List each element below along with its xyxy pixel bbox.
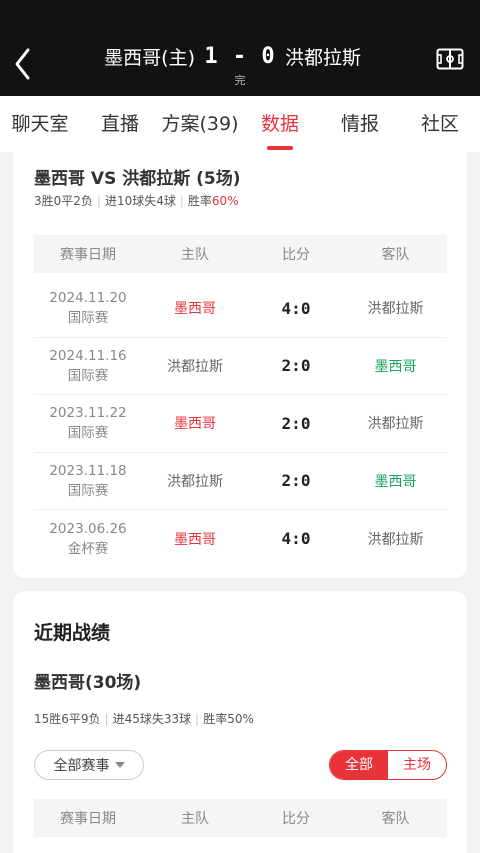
- match-date-cell: 2023.06.26 金杯赛: [49, 520, 127, 557]
- table-row[interactable]: 2024.11.20 国际赛 墨西哥 4:0 洪都拉斯: [34, 280, 447, 338]
- col-home: 主队: [181, 247, 209, 263]
- h2h-win-rate-label: 胜率: [187, 194, 212, 208]
- home-team-cell: 洪都拉斯: [167, 473, 223, 490]
- col-home: 主队: [181, 811, 209, 827]
- recent-form-card: 近期战绩 墨西哥(30场) 15胜6平9负 | 进45球失33球 | 胜率50% 全部赛…: [13, 591, 467, 853]
- score-cell: 2:0: [281, 471, 311, 491]
- table-row[interactable]: 2023.11.22 国际赛 墨西哥 2:0 洪都拉斯: [34, 395, 447, 453]
- competition-filter-label: 全部赛事: [53, 758, 110, 774]
- match-status: 完: [234, 74, 246, 87]
- recent-win-rate: 胜率50%: [203, 712, 254, 726]
- score-cell: 4:0: [281, 298, 311, 318]
- h2h-win-rate: 60%: [211, 194, 239, 208]
- h2h-table-header: 赛事日期 主队 比分 客队: [34, 235, 447, 273]
- score-cell: 2:0: [281, 356, 311, 376]
- recent-table-header: 赛事日期 主队 比分 客队: [34, 799, 447, 837]
- venue-filter-toggle: 全部 主场: [329, 750, 447, 780]
- filter-all-button[interactable]: 全部: [330, 751, 388, 779]
- col-away: 客队: [381, 811, 410, 827]
- home-team-cell: 墨西哥: [174, 416, 216, 433]
- score-cell: 2:0: [281, 413, 311, 433]
- match-date-cell: 2023.11.18 国际赛: [49, 462, 127, 499]
- match-header: 墨西哥(主) 1 - 0 洪都拉斯 完: [0, 0, 480, 96]
- h2h-goals: 进10球失4球: [104, 194, 176, 208]
- away-team-cell: 洪都拉斯: [367, 301, 424, 318]
- col-away: 客队: [381, 247, 410, 263]
- home-team-name: 墨西哥(主): [104, 46, 195, 69]
- filter-home-button[interactable]: 主场: [388, 751, 446, 779]
- table-row[interactable]: 2023.11.18 国际赛 洪都拉斯 2:0 墨西哥: [34, 453, 447, 510]
- match-date-cell: 2023.11.22 国际赛: [49, 405, 127, 442]
- home-team-cell: 洪都拉斯: [167, 358, 223, 375]
- away-team-cell: 墨西哥: [374, 358, 417, 375]
- h2h-table-body: 2024.11.20 国际赛 墨西哥 4:0 洪都拉斯 2024.11.16 国际赛…: [34, 280, 447, 568]
- table-row[interactable]: 2023.06.26 金杯赛 墨西哥 4:0 洪都拉斯: [34, 510, 447, 568]
- tab-community[interactable]: 社区: [400, 96, 480, 152]
- col-date: 赛事日期: [60, 247, 116, 263]
- h2h-title: 墨西哥 VS 洪都拉斯 (5场): [34, 169, 241, 189]
- col-score: 比分: [282, 811, 310, 827]
- match-score: 1 - 0: [204, 43, 276, 69]
- away-team-cell: 洪都拉斯: [367, 416, 424, 433]
- head-to-head-card: 墨西哥 VS 洪都拉斯 (5场) 3胜0平2负 | 进10球失4球 | 胜率60% 赛事…: [13, 152, 467, 578]
- col-score: 比分: [282, 247, 310, 263]
- competition-filter-dropdown[interactable]: 全部赛事: [34, 750, 144, 780]
- tab-data[interactable]: 数据: [240, 96, 320, 152]
- table-row[interactable]: 2024.11.16 国际赛 洪都拉斯 2:0 墨西哥: [34, 338, 447, 395]
- tab-live[interactable]: 直播: [80, 96, 160, 152]
- score-row: 墨西哥(主) 1 - 0 洪都拉斯: [0, 40, 480, 72]
- match-date-cell: 2024.11.20 国际赛: [49, 290, 127, 327]
- caret-down-icon: [114, 762, 125, 768]
- match-date-cell: 2024.11.16 国际赛: [49, 347, 127, 384]
- tab-chatroom[interactable]: 聊天室: [0, 96, 80, 152]
- h2h-record: 3胜0平2负: [34, 194, 93, 208]
- recent-goals: 进45球失33球: [112, 712, 192, 726]
- pitch-view-icon[interactable]: [436, 48, 464, 70]
- tab-bar: 聊天室 直播 方案(39) 数据 情报 社区: [0, 96, 480, 152]
- recent-form-title: 近期战绩: [34, 622, 111, 644]
- away-team-name: 洪都拉斯: [285, 46, 362, 69]
- home-team-cell: 墨西哥: [174, 531, 216, 548]
- tab-intel[interactable]: 情报: [320, 96, 400, 152]
- recent-team-title: 墨西哥(30场): [34, 673, 142, 693]
- recent-team-stats: 15胜6平9负 | 进45球失33球 | 胜率50%: [34, 712, 254, 726]
- score-cell: 4:0: [281, 529, 311, 549]
- tab-plans[interactable]: 方案(39): [160, 96, 240, 152]
- col-date: 赛事日期: [60, 811, 116, 827]
- away-team-cell: 洪都拉斯: [367, 531, 424, 548]
- recent-record: 15胜6平9负: [34, 712, 101, 726]
- away-team-cell: 墨西哥: [374, 473, 417, 490]
- h2h-stats: 3胜0平2负 | 进10球失4球 | 胜率60%: [34, 194, 239, 208]
- home-team-cell: 墨西哥: [174, 301, 216, 318]
